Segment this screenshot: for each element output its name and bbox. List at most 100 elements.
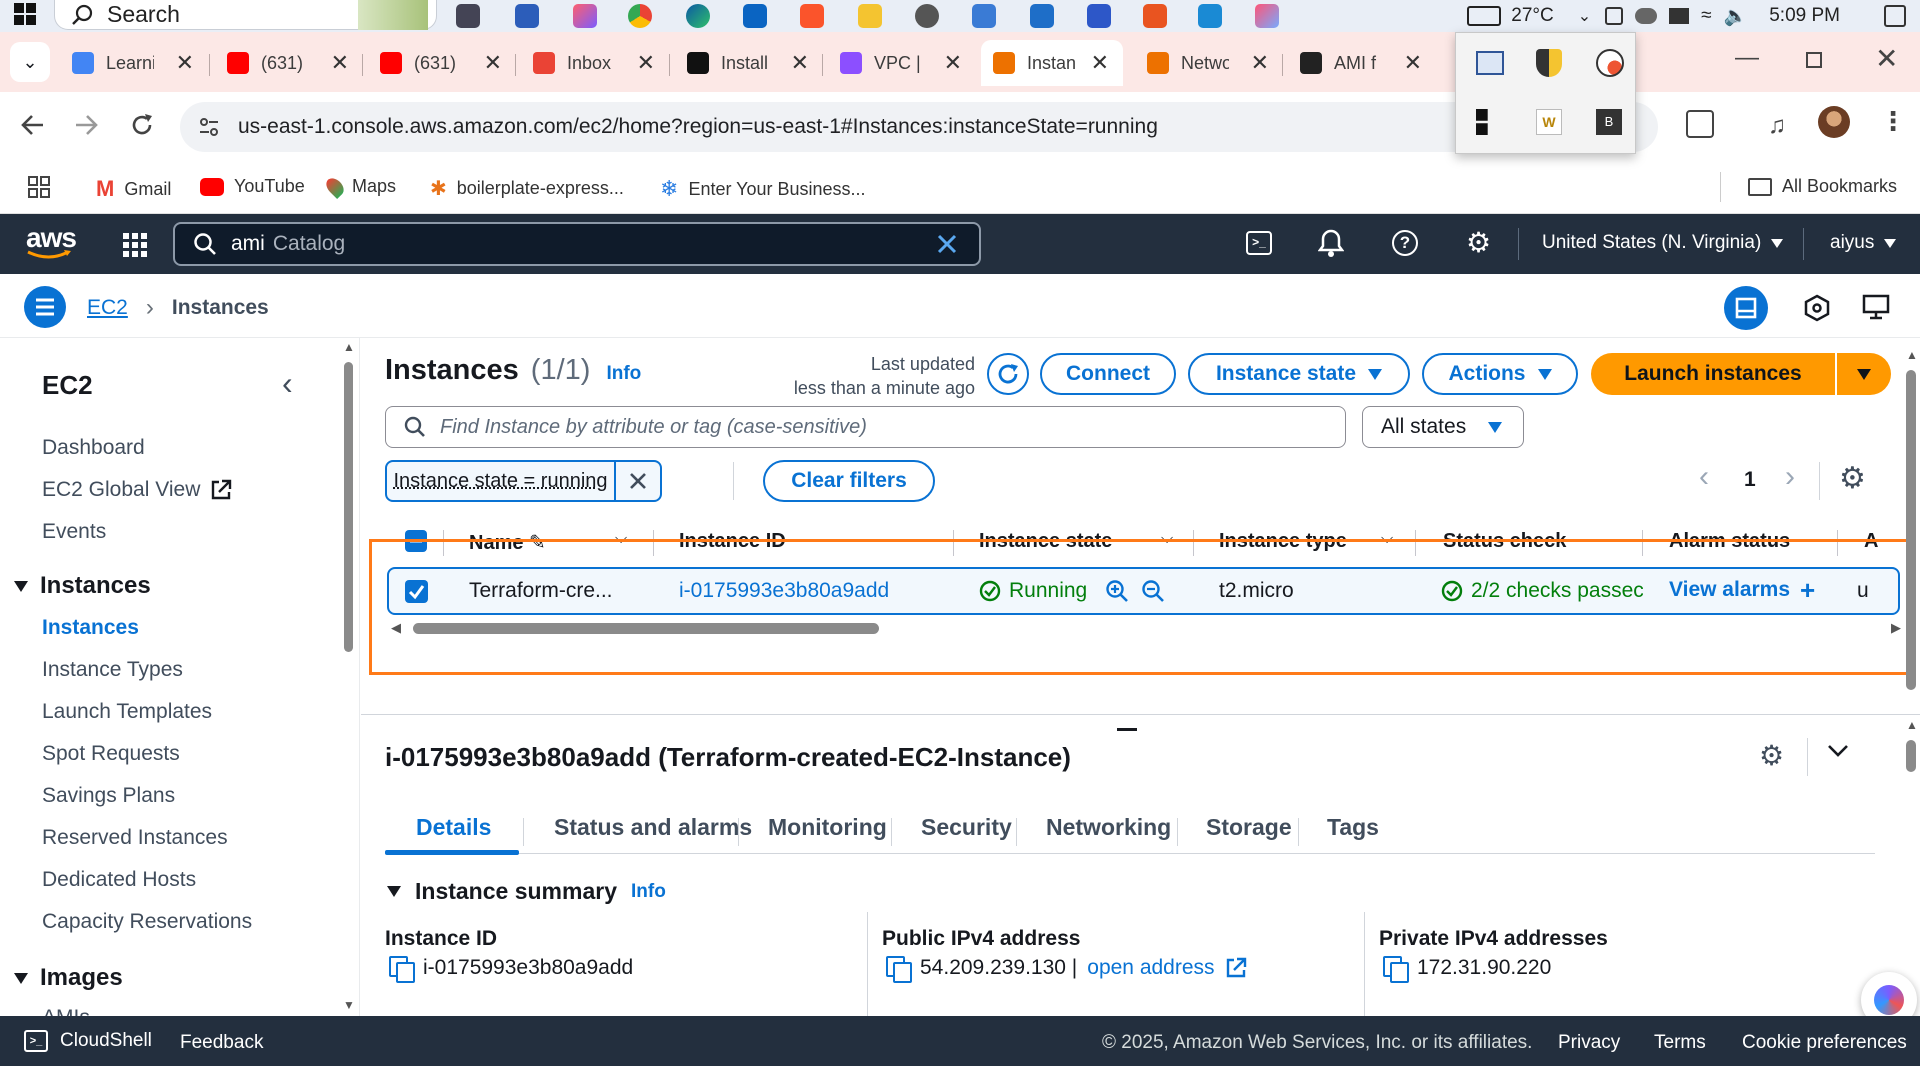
filter-token-label[interactable]: Instance state = running bbox=[387, 462, 616, 500]
scroll-left-icon[interactable]: ◀ bbox=[391, 620, 401, 636]
scroll-up-icon[interactable]: ▲ bbox=[343, 340, 355, 354]
assistant-floating-button[interactable] bbox=[1861, 972, 1917, 1016]
monitor-icon[interactable] bbox=[1476, 51, 1504, 75]
footer-cloudshell[interactable]: >_ CloudShell bbox=[24, 1030, 152, 1052]
sidebar-item-capacity-reservations[interactable]: Capacity Reservations bbox=[42, 910, 252, 934]
bookmark-business[interactable]: ❄ Enter Your Business... bbox=[660, 176, 866, 202]
browser-tab[interactable]: Learni ✕ bbox=[60, 40, 208, 86]
resize-handle[interactable] bbox=[1117, 728, 1137, 731]
profile-avatar[interactable] bbox=[1818, 106, 1850, 138]
scrollbar-thumb[interactable] bbox=[413, 623, 879, 634]
outlook-icon[interactable] bbox=[743, 4, 767, 28]
browser-tab[interactable]: Install ✕ bbox=[675, 40, 823, 86]
file-explorer-icon[interactable] bbox=[858, 4, 882, 28]
sidebar-item-dedicated-hosts[interactable]: Dedicated Hosts bbox=[42, 868, 196, 892]
minimize-window-icon[interactable]: — bbox=[1735, 44, 1759, 72]
device-icon[interactable] bbox=[1605, 7, 1624, 25]
extensions-puzzle-icon[interactable] bbox=[1686, 110, 1714, 138]
tab-status-and-alarms[interactable]: Status and alarms bbox=[554, 814, 752, 841]
browser-tab[interactable]: (631) ✕ bbox=[368, 40, 516, 86]
instance-state-button[interactable]: Instance state bbox=[1188, 353, 1410, 395]
menu-hamburger-icon[interactable] bbox=[24, 286, 66, 328]
connect-button[interactable]: Connect bbox=[1040, 353, 1176, 395]
sidebar-scrollbar[interactable]: ▲ ▼ bbox=[340, 338, 356, 1016]
close-tab-icon[interactable]: ✕ bbox=[791, 50, 809, 76]
close-tab-icon[interactable]: ✕ bbox=[1091, 50, 1109, 76]
row-checkbox[interactable] bbox=[405, 580, 428, 603]
scroll-right-icon[interactable]: ▶ bbox=[1891, 620, 1901, 636]
aws-search-input[interactable]: ami Catalog bbox=[173, 222, 981, 266]
taskbar-clock[interactable]: 5:09 PM bbox=[1769, 5, 1840, 27]
tab-details[interactable]: Details bbox=[416, 814, 491, 841]
shield-icon[interactable] bbox=[1536, 49, 1562, 77]
sidebar-item-savings-plans[interactable]: Savings Plans bbox=[42, 784, 175, 808]
tab-search-chevron-icon[interactable]: ⌄ bbox=[10, 42, 50, 82]
notifications-hex-icon[interactable] bbox=[1804, 294, 1830, 322]
info-link[interactable]: Info bbox=[631, 881, 666, 903]
panel-toggle-icon[interactable] bbox=[1724, 286, 1768, 330]
copy-icon[interactable] bbox=[389, 956, 415, 983]
clear-search-icon[interactable] bbox=[937, 234, 957, 254]
scrollbar-thumb[interactable] bbox=[344, 362, 353, 652]
sidebar-item-instances[interactable]: Instances bbox=[42, 616, 139, 640]
services-grid-icon[interactable] bbox=[122, 232, 148, 258]
restore-window-icon[interactable] bbox=[1806, 52, 1822, 68]
bell-icon[interactable] bbox=[1318, 228, 1344, 258]
battery-icon[interactable] bbox=[1669, 8, 1690, 24]
sidebar-item-spot-requests[interactable]: Spot Requests bbox=[42, 742, 180, 766]
windows-start-icon[interactable] bbox=[14, 3, 36, 25]
chrome-taskbar-icon[interactable] bbox=[628, 4, 652, 28]
widgets-icon[interactable] bbox=[1467, 6, 1502, 26]
view-alarms-link[interactable]: View alarms + bbox=[1669, 577, 1815, 603]
console-home-icon[interactable] bbox=[1862, 294, 1890, 320]
bookmark-youtube[interactable]: YouTube bbox=[200, 176, 305, 197]
bookmark-gmail[interactable]: M Gmail bbox=[96, 176, 171, 202]
sidebar-item-dashboard[interactable]: Dashboard bbox=[42, 436, 145, 460]
close-window-icon[interactable]: ✕ bbox=[1875, 42, 1898, 75]
copilot-icon[interactable] bbox=[573, 4, 597, 28]
app-icon[interactable]: B bbox=[1596, 109, 1622, 135]
clear-filters-button[interactable]: Clear filters bbox=[763, 460, 935, 502]
browser-tab[interactable]: Netwo ✕ bbox=[1135, 40, 1283, 86]
grid-app-icon[interactable] bbox=[1476, 109, 1488, 135]
collapse-panel-chevron-icon[interactable] bbox=[1827, 744, 1849, 758]
app-icon[interactable] bbox=[1255, 4, 1279, 28]
gear-icon[interactable]: ⚙ bbox=[1466, 229, 1491, 257]
sidebar-section-instances[interactable]: Instances bbox=[14, 572, 151, 600]
main-scrollbar[interactable]: ▲ bbox=[1902, 338, 1920, 708]
actions-button[interactable]: Actions bbox=[1422, 353, 1578, 395]
refresh-button[interactable] bbox=[987, 353, 1029, 395]
chevron-up-icon[interactable]: ⌄ bbox=[1578, 6, 1591, 26]
scrollbar-thumb[interactable] bbox=[1906, 370, 1916, 690]
detail-gear-icon[interactable]: ⚙ bbox=[1759, 742, 1784, 770]
media-control-icon[interactable]: ♫ bbox=[1768, 112, 1786, 140]
launch-instances-button[interactable]: Launch instances bbox=[1591, 353, 1835, 395]
states-filter-select[interactable]: All states bbox=[1362, 406, 1524, 448]
task-view-icon[interactable] bbox=[456, 4, 480, 28]
scroll-up-icon[interactable]: ▲ bbox=[1906, 348, 1918, 362]
wifi-icon[interactable]: ≈ bbox=[1701, 5, 1711, 27]
back-arrow-icon[interactable] bbox=[20, 112, 46, 138]
breadcrumb-ec2[interactable]: EC2 bbox=[87, 296, 128, 320]
tab-security[interactable]: Security bbox=[921, 814, 1012, 841]
sidebar-item-reserved-instances[interactable]: Reserved Instances bbox=[42, 826, 228, 850]
help-icon[interactable]: ? bbox=[1392, 230, 1418, 256]
aws-logo[interactable]: aws bbox=[26, 224, 77, 260]
notification-icon[interactable] bbox=[1884, 5, 1906, 27]
sidebar-section-images[interactable]: Images bbox=[14, 964, 123, 992]
preferences-gear-icon[interactable]: ⚙ bbox=[1839, 464, 1866, 494]
brave-icon[interactable] bbox=[800, 4, 824, 28]
word-icon[interactable]: W bbox=[1536, 109, 1562, 135]
launch-dropdown-button[interactable] bbox=[1837, 353, 1891, 395]
powershell-icon[interactable] bbox=[1087, 4, 1111, 28]
info-link[interactable]: Info bbox=[606, 363, 641, 385]
apps-grid-icon[interactable] bbox=[28, 176, 50, 198]
app-icon[interactable] bbox=[1030, 4, 1054, 28]
tab-networking[interactable]: Networking bbox=[1046, 814, 1171, 841]
sidebar-item-global-view[interactable]: EC2 Global View bbox=[42, 478, 232, 502]
scrollbar-thumb[interactable] bbox=[1906, 740, 1916, 772]
next-page-icon[interactable]: › bbox=[1785, 462, 1795, 492]
detail-scrollbar[interactable]: ▲ bbox=[1902, 718, 1920, 818]
table-row[interactable]: Terraform-cre... i-0175993e3b80a9add Run… bbox=[387, 567, 1900, 615]
open-address-link[interactable]: open address bbox=[1087, 956, 1214, 980]
